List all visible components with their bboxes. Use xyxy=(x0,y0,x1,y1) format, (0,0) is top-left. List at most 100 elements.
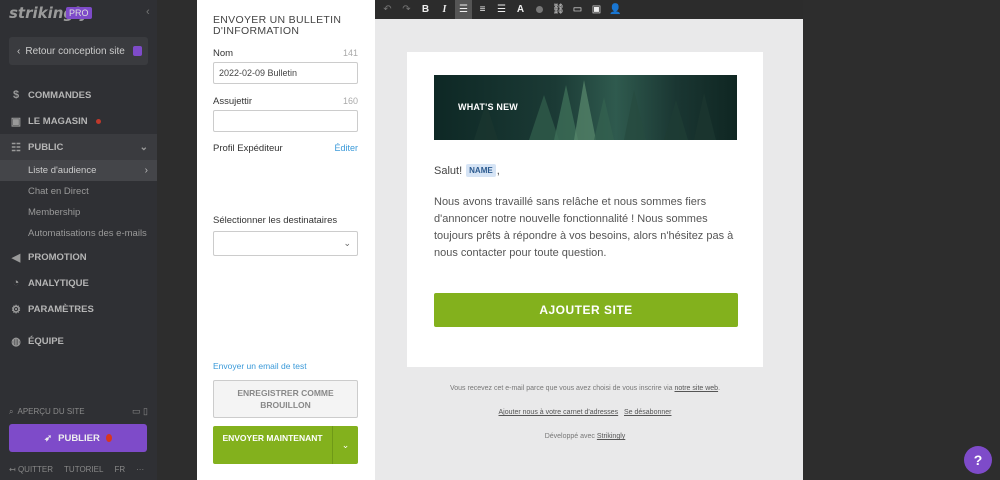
footer-notice-text: Vous recevez cet e-mail parce que vous a… xyxy=(449,385,673,392)
gear-icon: ⚙ xyxy=(11,303,21,316)
chevron-left-icon: ‹ xyxy=(17,45,21,57)
greeting-suffix: , xyxy=(496,164,500,177)
add-site-cta-button[interactable]: AJOUTER SITE xyxy=(434,293,738,327)
sidebar-footer: ↤ QUITTER TUTORIEL FR ··· xyxy=(9,465,149,474)
sidebar-subitem-membership[interactable]: Membership xyxy=(0,202,157,223)
notification-dot xyxy=(95,118,101,124)
sidebar-subitem-automations[interactable]: Automatisations des e-mails xyxy=(0,223,157,244)
sender-profile-label: Profil Expéditeur xyxy=(213,143,283,154)
sidebar-item-label: LE MAGASIN xyxy=(28,115,88,127)
sidebar-item-promotion[interactable]: ◀ PROMOTION xyxy=(0,244,157,270)
text-color-icon[interactable] xyxy=(531,0,548,19)
collapse-sidebar-icon[interactable]: ‹ xyxy=(146,6,150,18)
align-center-icon[interactable]: ≡ xyxy=(474,0,491,19)
name-label: Nom xyxy=(213,48,234,59)
name-merge-tag[interactable]: NAME xyxy=(466,164,496,177)
subject-label: Assujettir xyxy=(213,96,253,107)
send-now-button[interactable]: ENVOYER MAINTENANT xyxy=(213,426,332,464)
personalize-icon[interactable]: 👤 xyxy=(607,0,624,19)
recipients-select[interactable]: ⌄ xyxy=(213,231,358,256)
sidebar-item-label: ÉQUIPE xyxy=(28,335,64,347)
device-preview-icon[interactable]: ▭ ▯ xyxy=(132,406,148,417)
chevron-right-icon: › xyxy=(144,165,148,176)
powered-by-text: Développé avec xyxy=(544,433,595,440)
sidebar-item-label: ANALYTIQUE xyxy=(28,277,89,289)
sidebar-item-equipe[interactable]: ◍ ÉQUIPE xyxy=(0,328,157,354)
undo-icon[interactable]: ↶ xyxy=(379,0,396,19)
sidebar-item-label: PROMOTION xyxy=(28,251,87,263)
align-left-icon[interactable]: ☰ xyxy=(455,0,472,19)
sidebar-subitem-audience[interactable]: Liste d'audience › xyxy=(0,160,157,181)
quit-label: QUITTER xyxy=(17,465,54,474)
dollar-icon: $ xyxy=(12,89,20,101)
redo-icon[interactable]: ↷ xyxy=(398,0,415,19)
link-icon[interactable]: ⛓ xyxy=(550,0,567,19)
name-field[interactable] xyxy=(213,62,358,84)
recipients-label: Sélectionner les destinataires xyxy=(213,215,338,226)
subject-field[interactable] xyxy=(213,110,358,132)
rocket-icon: ➶ xyxy=(44,432,53,444)
strikingly-link[interactable]: Strikingly xyxy=(597,433,625,440)
banner-title: WHAT'S NEW xyxy=(458,102,518,112)
email-greeting[interactable]: Salut! NAME , xyxy=(434,164,500,177)
users-icon: ☷ xyxy=(11,141,21,154)
site-preview-row[interactable]: ⌕ APERÇU DU SITE ▭ ▯ xyxy=(9,406,148,417)
help-button[interactable]: ? xyxy=(964,446,992,474)
email-body-text[interactable]: Nous avons travaillé sans relâche et nou… xyxy=(434,194,740,262)
email-footer-notice: Vous recevez cet e-mail parce que vous a… xyxy=(407,385,763,392)
sidebar: strikingly PRO ‹ ‹ Retour conception sit… xyxy=(0,0,157,480)
sidebar-subitem-label: Automatisations des e-mails xyxy=(28,228,147,239)
pro-badge: PRO xyxy=(66,7,92,19)
save-draft-button[interactable]: ENREGISTRER COMME BROUILLON xyxy=(213,380,358,418)
button-icon[interactable]: ▭ xyxy=(569,0,586,19)
sidebar-item-parametres[interactable]: ⚙ PARAMÈTRES xyxy=(0,296,157,322)
publish-label: PUBLIER xyxy=(58,432,100,444)
chevron-down-icon: ⌄ xyxy=(343,238,351,248)
sidebar-item-label: COMMANDES xyxy=(28,89,92,101)
language-selector[interactable]: FR xyxy=(114,465,125,474)
subject-char-count: 160 xyxy=(342,96,358,106)
sidebar-item-label: PUBLIC xyxy=(28,141,64,153)
unsubscribe-link[interactable]: Se désabonner xyxy=(624,409,671,416)
quit-link[interactable]: ↤ QUITTER xyxy=(9,465,53,474)
back-to-design-button[interactable]: ‹ Retour conception site xyxy=(9,37,148,65)
site-preview-label: APERÇU DU SITE xyxy=(17,407,85,416)
more-menu[interactable]: ··· xyxy=(136,465,144,474)
tutorial-link[interactable]: TUTORIEL xyxy=(64,465,103,474)
email-banner-image[interactable]: WHAT'S NEW xyxy=(434,75,737,140)
bold-icon[interactable]: B xyxy=(417,0,434,19)
sidebar-nav: $ COMMANDES ▣ LE MAGASIN ☷ PUBLIC ⌄ List… xyxy=(0,82,157,354)
sidebar-item-public[interactable]: ☷ PUBLIC ⌄ xyxy=(0,134,157,160)
sidebar-item-label: PARAMÈTRES xyxy=(28,303,94,315)
megaphone-icon: ◀ xyxy=(11,251,21,264)
add-to-address-book-link[interactable]: Ajouter nous à votre carnet d'adresses xyxy=(499,409,619,416)
align-right-icon[interactable]: ☰ xyxy=(493,0,510,19)
edit-sender-link[interactable]: Éditer xyxy=(334,143,358,153)
name-char-count: 141 xyxy=(342,48,358,58)
team-icon: ◍ xyxy=(11,335,21,348)
sidebar-subitem-chat[interactable]: Chat en Direct xyxy=(0,181,157,202)
email-footer-links: Ajouter nous à votre carnet d'adresses S… xyxy=(407,409,763,416)
footer-website-link[interactable]: notre site web xyxy=(674,385,718,392)
sidebar-subitem-label: Chat en Direct xyxy=(28,186,89,197)
editor-toolbar: ↶ ↷ B I ☰ ≡ ☰ A ⛓ ▭ ▣ 👤 xyxy=(375,0,803,19)
sidebar-subitem-label: Liste d'audience xyxy=(28,165,97,176)
analytics-icon: ◔ xyxy=(12,277,20,289)
back-to-design-label: Retour conception site xyxy=(25,45,125,57)
chevron-down-icon: ⌄ xyxy=(139,141,148,153)
send-options-dropdown[interactable]: ⌄ xyxy=(332,426,358,464)
image-icon[interactable]: ▣ xyxy=(588,0,605,19)
italic-icon[interactable]: I xyxy=(436,0,453,19)
panel-title: ENVOYER UN BULLETIN D'INFORMATION xyxy=(213,14,342,37)
email-footer-powered: Développé avec Strikingly xyxy=(407,433,763,440)
search-icon: ⌕ xyxy=(9,406,14,416)
publish-button[interactable]: ➶ PUBLIER xyxy=(9,424,147,452)
sidebar-item-commandes[interactable]: $ COMMANDES xyxy=(0,82,157,108)
send-test-email-link[interactable]: Envoyer un email de test xyxy=(213,361,307,371)
sidebar-subitem-label: Membership xyxy=(28,207,81,218)
font-icon[interactable]: A xyxy=(512,0,529,19)
sidebar-item-magasin[interactable]: ▣ LE MAGASIN xyxy=(0,108,157,134)
chevron-down-icon: ⌄ xyxy=(341,439,350,450)
newsletter-form-panel: ENVOYER UN BULLETIN D'INFORMATION Nom 14… xyxy=(197,0,375,480)
sidebar-item-analytique[interactable]: ◔ ANALYTIQUE xyxy=(0,270,157,296)
